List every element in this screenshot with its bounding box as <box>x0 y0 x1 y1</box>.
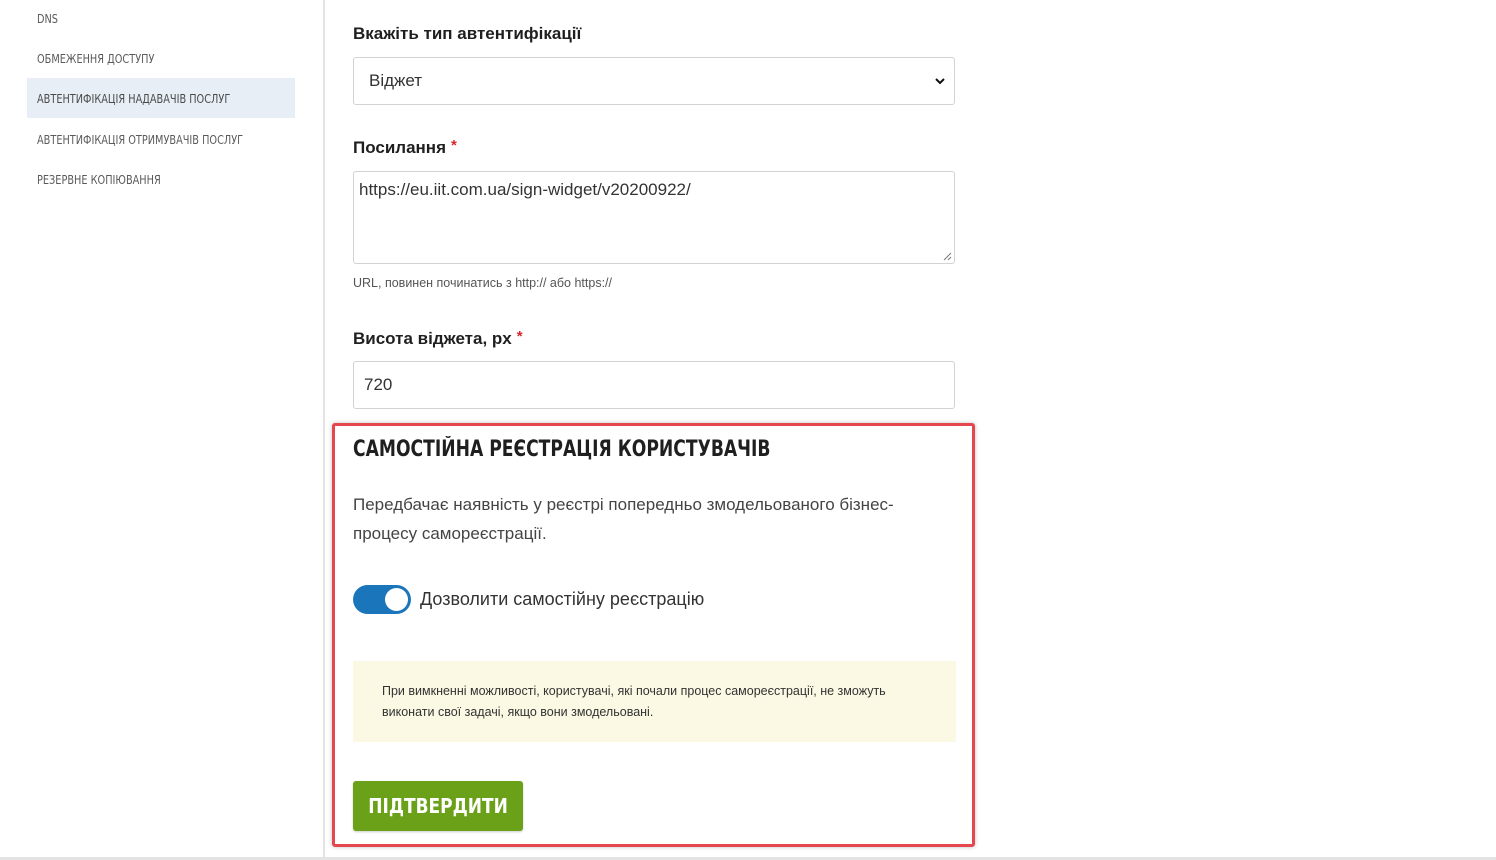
section-title: САМОСТІЙНА РЕЄСТРАЦІЯ КОРИСТУВАЧІВ <box>353 437 771 462</box>
warning-note: При вимкненні можливості, користувачі, я… <box>353 661 956 742</box>
sidebar: DNS Обмеження доступу Автентифікація над… <box>0 0 324 860</box>
self-registration-toggle-label[interactable]: Дозволити самостійну реєстрацію <box>420 589 704 610</box>
link-hint: URL, повинен починатись з http:// або ht… <box>353 276 612 290</box>
sidebar-item-recipient-auth[interactable]: Автентифікація отримувачів послуг <box>27 119 295 159</box>
toggle-knob <box>385 588 408 611</box>
height-label: Висота віджета, px * <box>353 328 523 348</box>
sidebar-item-access-restriction[interactable]: Обмеження доступу <box>27 38 295 78</box>
link-value: https://eu.iit.com.ua/sign-widget/v20200… <box>359 180 691 199</box>
height-value: 720 <box>364 375 393 394</box>
required-mark: * <box>451 137 457 154</box>
self-registration-toggle[interactable] <box>353 585 411 614</box>
link-label: Посилання * <box>353 137 457 157</box>
submit-button[interactable]: ПІДТВЕРДИТИ <box>353 781 523 831</box>
auth-type-select[interactable]: Віджет <box>353 57 955 105</box>
section-description: Передбачає наявність у реєстрі попереднь… <box>353 495 894 543</box>
sidebar-item-label: Автентифікація отримувачів послуг <box>37 131 244 147</box>
sidebar-divider <box>323 0 325 860</box>
auth-type-value: Віджет <box>369 71 423 90</box>
sidebar-item-dns[interactable]: DNS <box>27 0 295 38</box>
sidebar-item-label: Автентифікація надавачів послуг <box>37 90 231 106</box>
resize-handle-icon[interactable] <box>942 251 952 261</box>
sidebar-item-label: DNS <box>37 10 58 26</box>
sidebar-item-backup[interactable]: Резервне копіювання <box>27 159 295 199</box>
link-textarea[interactable]: https://eu.iit.com.ua/sign-widget/v20200… <box>353 171 955 264</box>
required-mark: * <box>516 328 523 345</box>
sidebar-item-provider-auth[interactable]: Автентифікація надавачів послуг <box>27 78 295 118</box>
auth-type-label: Вкажіть тип автентифікації <box>353 24 582 43</box>
chevron-down-icon <box>935 78 945 85</box>
sidebar-item-label: Резервне копіювання <box>37 171 161 187</box>
height-input[interactable]: 720 <box>353 361 955 409</box>
sidebar-item-label: Обмеження доступу <box>37 50 155 66</box>
